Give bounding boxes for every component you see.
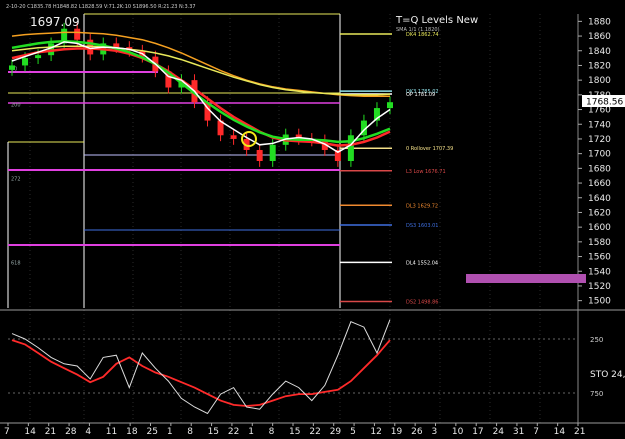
date-tick-label-12: 1 — [248, 427, 254, 435]
date-tick-label-6: 18 — [126, 427, 138, 435]
level-label-3: 0 Rollover 1707.39 — [406, 146, 453, 152]
candle-body-2 — [35, 55, 42, 59]
date-tick-label-16: 29 — [330, 427, 342, 435]
date-tick-label-11: 22 — [228, 427, 239, 435]
date-tick-label-9: 8 — [187, 427, 193, 435]
date-tick-label-1: 14 — [24, 427, 36, 435]
date-tick-label-0: 7 — [4, 427, 10, 435]
date-tick-label-26: 7 — [533, 427, 539, 435]
candle-body-29 — [387, 102, 393, 109]
date-tick-label-28: 21 — [574, 427, 585, 435]
date-tick-label-25: 31 — [513, 427, 524, 435]
price-tick-label-11: 1660 — [588, 179, 611, 189]
date-tick-label-21: 3 — [432, 427, 438, 435]
level-label-5: DL3 1629.72 — [406, 203, 438, 209]
price-tick-label-0: 1880 — [588, 17, 611, 27]
left-label-1: 200 — [11, 102, 21, 108]
price-tick-label-10: 1680 — [588, 164, 611, 174]
level-label-2: OP 1781.09 — [406, 92, 435, 98]
background — [0, 0, 625, 435]
current-price: 1768.56 — [586, 98, 623, 108]
price-tick-label-1: 1860 — [588, 32, 611, 42]
price-tick-label-17: 1540 — [588, 267, 611, 277]
level-label-7: DL4 1552.04 — [406, 260, 438, 266]
date-tick-label-8: 1 — [167, 427, 173, 435]
date-tick-label-19: 19 — [391, 427, 403, 435]
magenta-zone — [466, 274, 586, 283]
candle-body-5 — [74, 28, 81, 40]
left-label-3: 618 — [11, 260, 21, 266]
date-tick-label-2: 21 — [45, 427, 56, 435]
stoch-tick-label-1: 750 — [590, 390, 603, 398]
date-tick-label-18: 12 — [370, 427, 381, 435]
price-tick-label-3: 1820 — [588, 61, 611, 71]
left-label-2: 272 — [11, 177, 21, 183]
big-value: 1697.09 — [30, 15, 80, 29]
date-tick-label-23: 17 — [472, 427, 483, 435]
header-info: 2-10-20 C1835.78 H1848.82 L1828.59 V:71.… — [6, 4, 196, 10]
chart-svg[interactable]: 50200272618 DK4 1862.74DK3 1785.02OP 178… — [0, 0, 625, 437]
date-tick-label-15: 22 — [309, 427, 320, 435]
date-tick-label-13: 8 — [269, 427, 275, 435]
price-tick-label-8: 1720 — [588, 135, 611, 145]
candle-body-8 — [113, 43, 120, 48]
price-tick-label-2: 1840 — [588, 47, 611, 57]
date-tick-label-17: 5 — [350, 427, 356, 435]
chart-title: T=Q Levels New — [395, 15, 478, 26]
candle-body-17 — [230, 135, 237, 139]
chart-window: 50200272618 DK4 1862.74DK3 1785.02OP 178… — [0, 0, 625, 437]
price-tick-label-15: 1580 — [588, 238, 611, 248]
price-tick-label-13: 1620 — [588, 208, 611, 218]
price-tick-label-12: 1640 — [588, 194, 611, 204]
date-tick-label-20: 26 — [411, 427, 423, 435]
price-tick-label-19: 1500 — [588, 297, 611, 307]
date-tick-label-3: 28 — [65, 427, 77, 435]
stoch-label: STO 24, — [590, 370, 625, 380]
candle-body-1 — [22, 58, 29, 66]
date-tick-label-14: 15 — [289, 427, 300, 435]
date-tick-label-24: 24 — [493, 427, 505, 435]
candle-body-26 — [347, 135, 354, 161]
date-tick-label-27: 14 — [554, 427, 566, 435]
date-tick-label-4: 4 — [85, 427, 91, 435]
price-tick-label-4: 1800 — [588, 76, 611, 86]
date-tick-label-22: 10 — [452, 427, 464, 435]
level-label-8: DS2 1498.86 — [406, 299, 438, 305]
price-tick-label-18: 1520 — [588, 282, 611, 292]
candle-body-19 — [256, 149, 263, 161]
price-tick-label-9: 1700 — [588, 150, 611, 160]
level-label-4: L3 Low 1676.71 — [406, 169, 446, 175]
price-tick-label-7: 1740 — [588, 120, 611, 130]
date-tick-label-5: 11 — [106, 427, 117, 435]
chart-subtitle: SMA 1/1 (1.1820) — [396, 27, 440, 33]
price-tick-label-14: 1600 — [588, 223, 611, 233]
date-tick-label-7: 25 — [147, 427, 158, 435]
candle-body-0 — [9, 65, 15, 70]
candle-body-20 — [269, 144, 276, 161]
price-tick-label-16: 1560 — [588, 253, 611, 263]
level-label-6: DS3 1603.01 — [406, 223, 438, 229]
date-tick-label-10: 15 — [208, 427, 219, 435]
stoch-tick-label-0: 250 — [590, 336, 603, 344]
